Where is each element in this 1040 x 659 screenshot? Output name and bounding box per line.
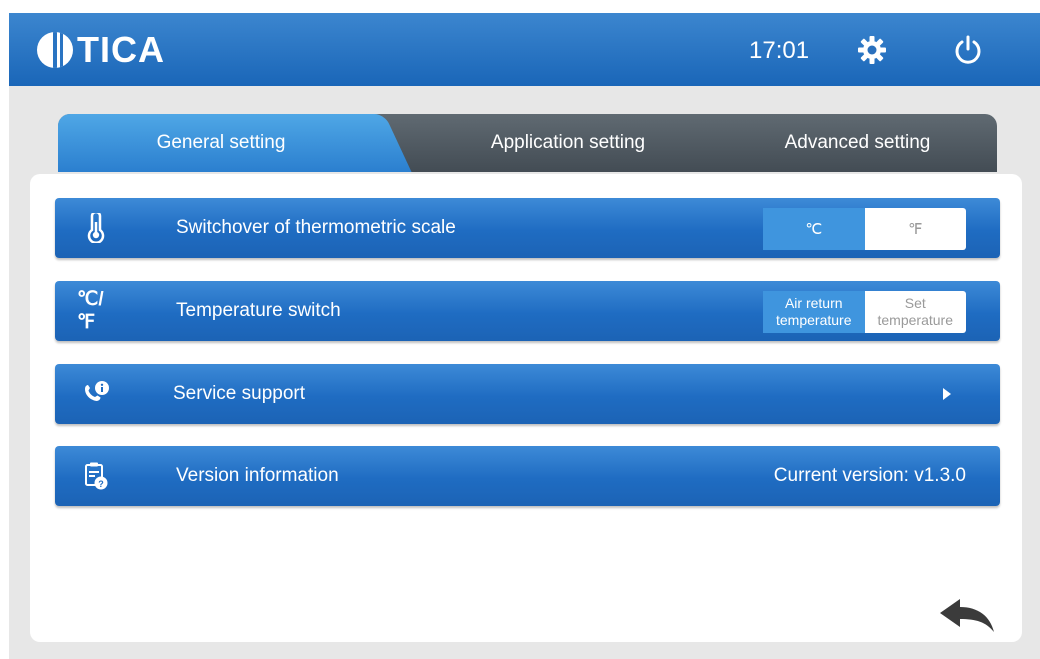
logo-mark-icon: [37, 32, 73, 68]
set-temperature-option[interactable]: Set temperature: [864, 291, 966, 333]
thermometric-scale-row: Switchover of thermometric scale ℃ ℉: [55, 198, 1000, 258]
phone-info-icon: [81, 379, 111, 409]
current-version: Current version: v1.3.0: [773, 465, 966, 486]
top-bar: TICA 17:01: [9, 13, 1040, 86]
fahrenheit-option[interactable]: ℉: [864, 208, 966, 250]
scale-toggle: ℃ ℉: [763, 208, 966, 250]
row-label: Switchover of thermometric scale: [176, 217, 456, 238]
power-icon[interactable]: [953, 35, 983, 65]
tab-label: Advanced setting: [784, 132, 931, 153]
row-label: Temperature switch: [176, 300, 341, 321]
clipboard-help-icon: ?: [81, 461, 111, 491]
row-label: Service support: [173, 383, 306, 404]
service-support-row[interactable]: Service support: [55, 364, 1000, 424]
svg-text:?: ?: [98, 479, 104, 489]
clock: 17:01: [749, 37, 810, 64]
tab-advanced-setting[interactable]: Advanced setting: [718, 114, 997, 172]
air-return-temperature-option[interactable]: Air return temperature: [763, 291, 865, 333]
tab-application-setting[interactable]: Application setting: [418, 114, 718, 172]
tab-label: General setting: [156, 132, 286, 153]
tab-general-setting[interactable]: General setting: [58, 114, 384, 172]
settings-tabs: General setting Application setting Adva…: [58, 114, 997, 172]
version-information-row: ? Version information Current version: v…: [55, 446, 1000, 506]
row-label: Version information: [176, 465, 339, 486]
temperature-source-toggle: Air return temperature Set temperature: [763, 291, 966, 333]
gear-icon[interactable]: [857, 35, 887, 65]
tab-label: Application setting: [490, 132, 646, 153]
back-arrow-icon[interactable]: [938, 598, 996, 634]
celsius-fahrenheit-icon: ℃/℉: [77, 289, 104, 333]
thermometer-icon: [81, 213, 111, 243]
chevron-right-icon: [943, 388, 951, 400]
brand-name: TICA: [77, 29, 165, 70]
settings-panel: Switchover of thermometric scale ℃ ℉ ℃/℉…: [30, 174, 1022, 642]
temperature-switch-row: ℃/℉ Temperature switch Air return temper…: [55, 281, 1000, 341]
tica-logo: TICA: [37, 29, 165, 71]
celsius-option[interactable]: ℃: [763, 208, 865, 250]
device-screen: TICA 17:01 General setting Application s…: [9, 13, 1040, 659]
